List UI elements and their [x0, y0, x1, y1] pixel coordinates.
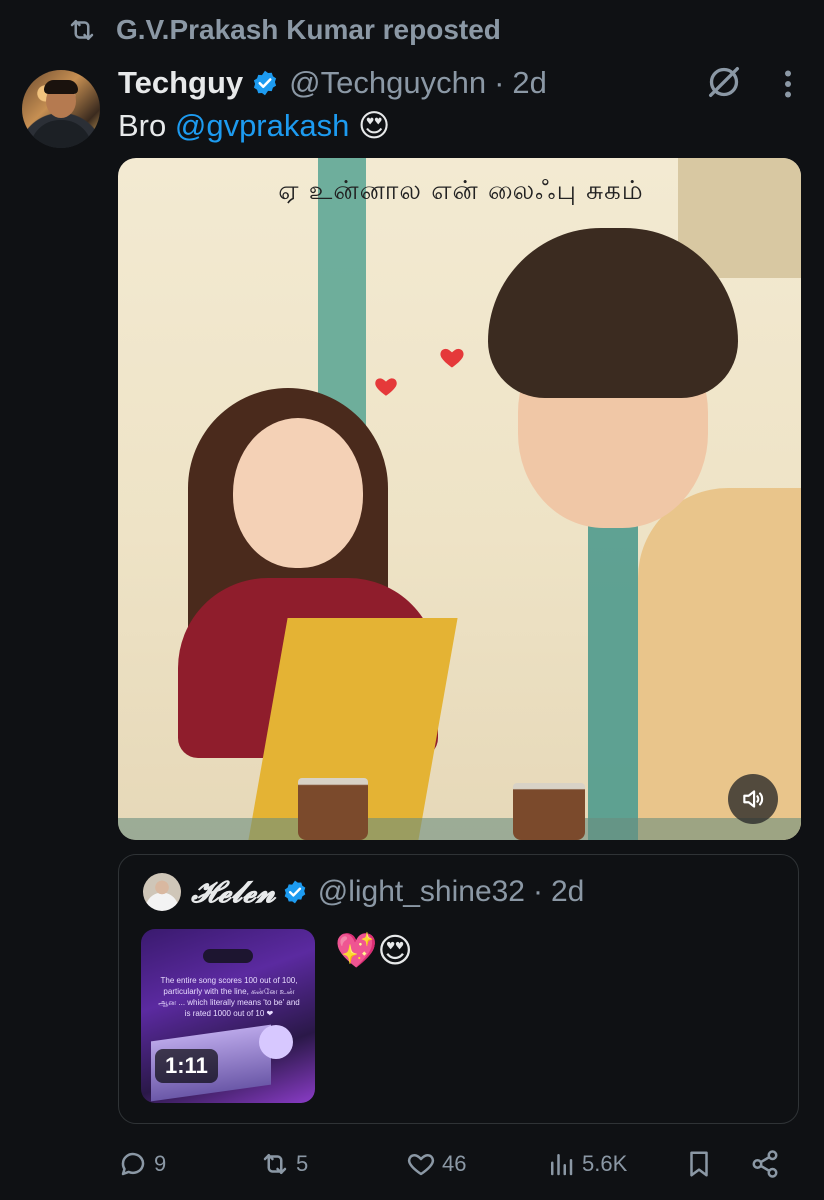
volume-button[interactable] — [728, 774, 778, 824]
illustration-cup — [513, 783, 585, 840]
share-icon — [752, 1150, 778, 1178]
post-text: Bro @gvprakash 😍 — [118, 106, 390, 146]
thumbnail-panda — [259, 1025, 293, 1059]
views-button[interactable]: 5.6K — [546, 1140, 627, 1188]
thumbnail-text: The entire song scores 100 out of 100, p… — [158, 976, 300, 1018]
quote-time[interactable]: 2d — [551, 875, 584, 909]
video-duration: 1:11 — [155, 1049, 218, 1083]
avatar[interactable] — [22, 70, 100, 148]
bookmark-button[interactable] — [684, 1140, 714, 1188]
separator-dot: · — [494, 65, 505, 100]
verified-badge-icon — [254, 70, 277, 96]
post-text-emoji: 😍 — [349, 108, 391, 143]
views-count: 5.6K — [582, 1151, 628, 1176]
author-handle[interactable]: @Techguychn — [289, 65, 486, 101]
quote-video-thumbnail[interactable]: The entire song scores 100 out of 100, p… — [141, 929, 315, 1103]
quote-avatar[interactable] — [143, 873, 181, 911]
quote-author-line: 𝓗𝓮𝓵𝓮𝓷 @light_shine32 · 2d — [191, 871, 584, 913]
volume-icon — [743, 790, 764, 808]
action-bar: 9 5 46 5.6K — [118, 1140, 808, 1188]
views-icon — [551, 1154, 573, 1176]
repost-icon — [263, 1154, 287, 1174]
illustration-table — [118, 818, 801, 840]
more-icon[interactable] — [770, 66, 806, 102]
post-time[interactable]: 2d — [512, 65, 546, 101]
repost-button[interactable]: 5 — [260, 1140, 308, 1188]
author-name[interactable]: Techguy — [118, 65, 243, 101]
post-text-prefix: Bro — [118, 108, 175, 143]
illustration-woman-face — [233, 418, 363, 568]
video-caption: ஏ உன்னால என் லைஃபு சுகம் — [278, 176, 644, 206]
heart-icon — [440, 348, 464, 368]
quoted-post[interactable]: 𝓗𝓮𝓵𝓮𝓷 @light_shine32 · 2d The entire son… — [118, 854, 799, 1124]
illustration-cup — [298, 778, 368, 840]
post-video[interactable]: ஏ உன்னால என் லைஃபு சுகம் — [118, 158, 801, 840]
author-line: Techguy @Techguychn · 2d — [118, 62, 547, 104]
like-button[interactable]: 46 — [406, 1140, 466, 1188]
reply-button[interactable]: 9 — [118, 1140, 166, 1188]
thumbnail-badge — [203, 949, 253, 963]
quote-text: 💖😍 — [335, 932, 413, 970]
heart-icon — [375, 378, 397, 396]
bookmark-icon — [690, 1151, 708, 1177]
heart-icon — [407, 1154, 435, 1176]
illustration-man — [638, 488, 801, 840]
repost-text: G.V.Prakash Kumar reposted — [116, 14, 501, 45]
repost-count: 5 — [296, 1151, 309, 1176]
separator-dot: · — [533, 875, 543, 908]
reply-icon — [121, 1152, 145, 1176]
grok-icon[interactable] — [704, 62, 744, 102]
quote-author-handle[interactable]: @light_shine32 — [318, 875, 525, 909]
repost-header[interactable]: G.V.Prakash Kumar reposted — [62, 10, 501, 50]
quote-author-name[interactable]: 𝓗𝓮𝓵𝓮𝓷 — [191, 875, 276, 910]
reply-count: 9 — [154, 1151, 167, 1176]
like-count: 46 — [442, 1151, 467, 1176]
mention-link[interactable]: @gvprakash — [175, 108, 350, 143]
repost-icon — [62, 10, 102, 50]
verified-badge-icon — [284, 880, 306, 904]
share-button[interactable] — [750, 1140, 780, 1188]
